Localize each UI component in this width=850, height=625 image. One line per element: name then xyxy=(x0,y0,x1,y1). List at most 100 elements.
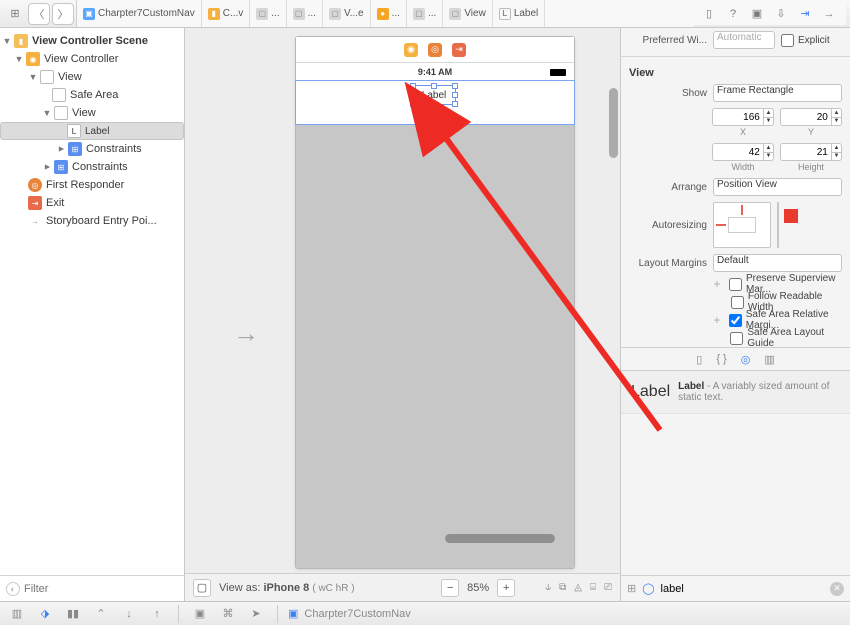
autoresizing-control[interactable] xyxy=(713,202,771,248)
outline-viewcontroller[interactable]: ▼◉View Controller xyxy=(0,50,184,68)
embed-icon[interactable]: ⌸ xyxy=(590,582,596,593)
filter-scope-icon[interactable]: ◐ xyxy=(6,582,20,596)
outline-view[interactable]: ▼View xyxy=(0,68,184,86)
breakpoints-icon[interactable]: ⬗ xyxy=(34,607,56,620)
zoom-in-button[interactable]: + xyxy=(497,579,515,597)
crumb-label[interactable]: LLabel xyxy=(493,0,545,27)
file-inspector-icon[interactable]: ▯ xyxy=(698,3,720,25)
resize-handle[interactable] xyxy=(410,83,416,89)
memory-graph-icon[interactable]: ⌘ xyxy=(217,607,239,620)
safearea-relative-checkbox[interactable] xyxy=(729,314,742,327)
step-over-icon[interactable]: ⌃ xyxy=(90,607,112,620)
resolve-icon[interactable]: ◬ xyxy=(574,582,582,593)
help-inspector-icon[interactable]: ? xyxy=(722,3,744,25)
connections-inspector-icon[interactable]: → xyxy=(818,3,840,25)
width-stepper[interactable]: ▲▼ xyxy=(763,143,774,161)
bottom-project-name[interactable]: Charpter7CustomNav xyxy=(304,608,410,620)
outline-toggle-icon[interactable]: ▢ xyxy=(193,579,211,597)
related-items-icon[interactable]: ⊞ xyxy=(4,3,26,25)
outline-exit[interactable]: ⇥Exit xyxy=(0,194,184,212)
pref-width-field[interactable]: Automatic xyxy=(713,31,775,49)
horizontal-scrollbar[interactable] xyxy=(445,534,555,543)
crumb-item[interactable]: ▢V...e xyxy=(323,0,371,27)
vertical-scrollbar[interactable] xyxy=(609,88,618,158)
outline-entry[interactable]: →Storyboard Entry Poi... xyxy=(0,212,184,230)
resize-handle[interactable] xyxy=(452,101,458,107)
root-view-content[interactable] xyxy=(296,125,574,568)
outline-scene[interactable]: ▼▮View Controller Scene xyxy=(0,32,184,50)
object-library-icon[interactable]: ◎ xyxy=(741,353,751,366)
crumb-item[interactable]: ▢... xyxy=(407,0,443,27)
height-stepper[interactable]: ▲▼ xyxy=(831,143,842,161)
preserve-superview-checkbox[interactable] xyxy=(729,278,742,291)
identity-inspector-icon[interactable]: ▣ xyxy=(746,3,768,25)
first-responder-dock-icon[interactable]: ◎ xyxy=(428,43,442,57)
x-field[interactable] xyxy=(712,108,763,126)
nav-forward-button[interactable]: 〉 xyxy=(52,3,74,25)
vary-trait-icon[interactable]: + xyxy=(709,313,725,327)
continue-icon[interactable]: ▮▮ xyxy=(62,607,84,620)
safearea-guide-checkbox[interactable] xyxy=(730,332,743,345)
outline-constraints2[interactable]: ▼⊞Constraints xyxy=(0,158,184,176)
selected-label[interactable]: Label xyxy=(412,85,456,105)
step-out-icon[interactable]: ↑ xyxy=(146,608,168,620)
vary-trait-icon[interactable]: + xyxy=(709,277,725,291)
crumb-item[interactable]: ▢View xyxy=(443,0,493,27)
resize-handle[interactable] xyxy=(431,83,437,89)
view-debugger-icon[interactable]: ▣ xyxy=(189,607,211,620)
viewas-label[interactable]: View as: iPhone 8 ( wC hR ) xyxy=(219,582,355,594)
crumb-folder[interactable]: ▮C...v xyxy=(202,0,251,27)
canvas-scroll[interactable]: → ◉ ◎ ⇥ 9:41 AM Label xyxy=(185,28,620,573)
margins-select[interactable]: Default xyxy=(713,254,842,272)
outline-view2[interactable]: ▼View xyxy=(0,104,184,122)
exit-dock-icon[interactable]: ⇥ xyxy=(452,43,466,57)
outline-safearea[interactable]: Safe Area xyxy=(0,86,184,104)
crumb-project[interactable]: ▣Charpter7CustomNav xyxy=(77,0,202,27)
code-snippet-library-icon[interactable]: { } xyxy=(716,353,726,365)
resize-handle[interactable] xyxy=(452,83,458,89)
media-library-icon[interactable]: ▥ xyxy=(764,353,774,366)
crumb-item[interactable]: ▢... xyxy=(250,0,286,27)
grid-list-toggle-icon[interactable]: ⊞ xyxy=(627,582,636,595)
pin-icon[interactable]: ⧉ xyxy=(559,582,566,593)
zoom-value[interactable]: 85% xyxy=(467,582,489,594)
show-select[interactable]: Frame Rectangle xyxy=(713,84,842,102)
width-field[interactable] xyxy=(712,143,763,161)
crumb-item[interactable]: ▢... xyxy=(287,0,323,27)
stack-icon[interactable]: ⎚ xyxy=(604,582,612,593)
resize-handle[interactable] xyxy=(452,92,458,98)
explicit-checkbox[interactable] xyxy=(781,34,794,47)
y-field[interactable] xyxy=(780,108,831,126)
library-item-label[interactable]: Label Label - A variably sized amount of… xyxy=(621,371,850,414)
outline-first-responder[interactable]: ◎First Responder xyxy=(0,176,184,194)
crumb-item[interactable]: ●... xyxy=(371,0,407,27)
clear-filter-button[interactable]: ✕ xyxy=(830,582,844,596)
nav-bar-view[interactable]: Label xyxy=(296,81,574,125)
viewcontroller-frame[interactable]: ◉ ◎ ⇥ 9:41 AM Label xyxy=(295,36,575,569)
viewcontroller-dock-icon[interactable]: ◉ xyxy=(404,43,418,57)
x-stepper[interactable]: ▲▼ xyxy=(763,108,774,126)
resize-handle[interactable] xyxy=(410,101,416,107)
step-in-icon[interactable]: ↓ xyxy=(118,608,140,620)
location-icon[interactable]: ➤ xyxy=(245,607,267,620)
size-inspector-icon[interactable]: ⇥ xyxy=(794,3,816,25)
toggle-debug-icon[interactable]: ▥ xyxy=(6,607,28,620)
scene-dock[interactable]: ◉ ◎ ⇥ xyxy=(296,37,574,63)
height-field[interactable] xyxy=(780,143,831,161)
status-bar: 9:41 AM xyxy=(296,63,574,81)
nav-back-button[interactable]: 〈 xyxy=(28,3,50,25)
outline-filter-input[interactable] xyxy=(24,583,178,595)
library-filter-input[interactable] xyxy=(661,583,824,595)
outline-constraints[interactable]: ▼⊞Constraints xyxy=(0,140,184,158)
attributes-inspector-icon[interactable]: ⇩ xyxy=(770,3,792,25)
y-stepper[interactable]: ▲▼ xyxy=(831,108,842,126)
view-icon: ▢ xyxy=(449,8,461,20)
outline-label[interactable]: LLabel xyxy=(0,122,184,140)
align-icon[interactable]: ⫝ xyxy=(545,582,551,593)
readable-width-checkbox[interactable] xyxy=(731,296,744,309)
zoom-out-button[interactable]: − xyxy=(441,579,459,597)
resize-handle[interactable] xyxy=(431,101,437,107)
resize-handle[interactable] xyxy=(410,92,416,98)
arrange-select[interactable]: Position View xyxy=(713,178,842,196)
file-template-library-icon[interactable]: ▯ xyxy=(696,353,702,366)
